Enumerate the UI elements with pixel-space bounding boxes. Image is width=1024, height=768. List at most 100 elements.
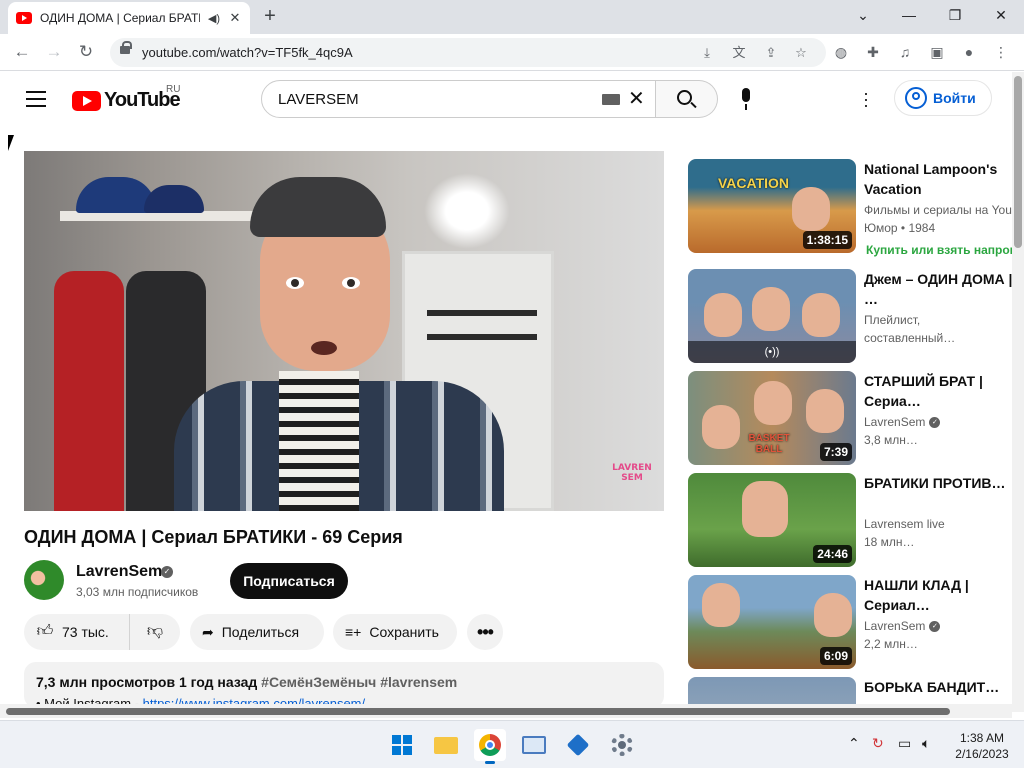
video-player[interactable]: LAVREN SEM — [24, 151, 664, 511]
recommendation-thumbnail[interactable]: VACATION 1:38:15 — [688, 159, 856, 253]
search-button[interactable] — [656, 80, 718, 118]
video-frame-mouth — [311, 341, 337, 355]
verified-check-icon: ✓ — [929, 417, 941, 429]
vertical-scrollbar[interactable] — [1012, 72, 1024, 712]
recommendation-thumbnail[interactable]: 24:46 — [688, 473, 856, 567]
recommendation-thumbnail[interactable]: BASKET BALL 7:39 — [688, 371, 856, 465]
media-control-icon[interactable]: ♫ — [894, 41, 916, 63]
forward-button[interactable]: → — [42, 40, 66, 64]
horizontal-scroll-thumb[interactable] — [6, 708, 950, 715]
search-input[interactable]: LAVERSEM ✕ — [261, 80, 656, 118]
share-button[interactable]: ➦ Поделиться — [190, 614, 324, 650]
tab-search-chevron-icon[interactable]: ⌄ — [848, 4, 878, 26]
folder-icon — [434, 737, 458, 754]
back-button[interactable]: ← — [10, 40, 34, 64]
horizontal-scrollbar[interactable] — [0, 704, 1012, 718]
thumb-up-icon: 👍︎ — [36, 623, 54, 640]
description-box[interactable]: 7,3 млн просмотров 1 год назад #СемёнЗем… — [24, 662, 664, 708]
buy-or-rent-link[interactable]: Купить или взять напрокат — [866, 243, 1014, 257]
lock-icon[interactable] — [120, 41, 132, 54]
recommendation-title[interactable]: НАШЛИ КЛАД | Сериал… — [864, 575, 1014, 615]
tray-chevron-up-icon[interactable]: ⌃ — [848, 735, 860, 752]
share-page-icon[interactable]: ⇪ — [760, 42, 782, 64]
subscribe-button[interactable]: Подписаться — [230, 563, 348, 599]
recommendation-item[interactable]: BASKET BALL 7:39 СТАРШИЙ БРАТ | Сериа… L… — [688, 371, 1018, 465]
url-text[interactable]: youtube.com/watch?v=TF5fk_4qc9A — [142, 45, 353, 60]
chrome-taskbar-button[interactable] — [474, 729, 506, 764]
side-panel-icon[interactable]: ▣ — [926, 41, 948, 63]
recommendation-item[interactable]: БОРЬКА БАНДИТ… — [688, 677, 1018, 704]
minimize-button[interactable]: — — [894, 4, 924, 26]
browser-menu-icon[interactable]: ⋮ — [990, 41, 1012, 63]
channel-name[interactable]: LavrenSem — [76, 563, 162, 581]
display-icon[interactable]: ▭ — [898, 735, 911, 752]
recommendation-item[interactable]: 6:09 НАШЛИ КЛАД | Сериал… LavrenSem ✓ 2,2… — [688, 575, 1018, 669]
view-count-and-date: 7,3 млн просмотров 1 год назад — [36, 674, 258, 690]
restore-button[interactable]: ❐ — [940, 4, 970, 26]
address-bar[interactable]: youtube.com/watch?v=TF5fk_4qc9A ⤓ 文 ⇪ ☆ — [110, 38, 826, 67]
install-app-icon[interactable]: ⤓ — [696, 42, 718, 64]
channel-avatar[interactable] — [24, 560, 64, 600]
browser-toolbar: ← → ↻ youtube.com/watch?v=TF5fk_4qc9A ⤓ … — [0, 34, 1024, 71]
video-frame-lamp — [424, 173, 510, 249]
dislike-button[interactable]: 👎︎ — [130, 623, 180, 641]
youtube-logo[interactable]: YouTube — [72, 89, 181, 112]
sync-alert-icon[interactable]: ↻ — [872, 735, 884, 752]
playlist-add-icon: ≡+ — [345, 624, 362, 640]
browser-tab[interactable]: ОДИН ДОМА | Сериал БРАТИКИ - 69 Серия ◀)… — [8, 2, 250, 34]
close-window-button[interactable]: ✕ — [986, 4, 1016, 26]
bookmark-star-icon[interactable]: ☆ — [790, 42, 812, 64]
save-button[interactable]: ≡+ Сохранить — [333, 614, 457, 650]
translate-icon[interactable]: 文 — [728, 42, 750, 64]
recommendation-title[interactable]: Джем – ОДИН ДОМА | … — [864, 269, 1014, 309]
system-clock[interactable]: 1:38 AM 2/16/2023 — [950, 730, 1014, 762]
thumbnail-face — [702, 405, 740, 449]
more-actions-button[interactable]: ••• — [467, 614, 503, 650]
video-frame-person-undershirt — [279, 371, 359, 511]
thumbnail-face — [792, 187, 830, 231]
voice-search-mic-icon[interactable] — [740, 88, 752, 112]
recommendation-title[interactable]: БОРЬКА БАНДИТ… — [864, 677, 1014, 697]
gear-icon — [611, 734, 633, 756]
thumbnail-face — [752, 287, 790, 331]
video-duration: 6:09 — [819, 647, 852, 665]
youtube-favicon-icon — [16, 12, 32, 24]
audio-playing-icon[interactable]: ◀) — [208, 12, 220, 25]
clear-search-icon[interactable]: ✕ — [628, 88, 645, 110]
settings-more-icon[interactable]: · · · — [860, 84, 872, 114]
keyboard-icon[interactable] — [602, 94, 620, 105]
video-duration: 7:39 — [819, 443, 852, 461]
recommendation-channel: Плейлист, — [864, 313, 921, 327]
recommendation-title[interactable]: National Lampoon's Vacation — [864, 159, 1014, 199]
vertical-scroll-thumb[interactable] — [1014, 76, 1022, 248]
playlist-mix-icon: (•)) — [688, 341, 856, 363]
recommendation-item[interactable]: VACATION 1:38:15 National Lampoon's Vaca… — [688, 159, 1018, 257]
recommendation-item[interactable]: (•)) Джем – ОДИН ДОМА | … Плейлист, сост… — [688, 269, 1018, 363]
thumbnail-face — [702, 583, 740, 627]
globe-extension-icon[interactable]: ◍ — [830, 41, 852, 63]
monitor-app-button[interactable] — [518, 729, 550, 761]
thumbnail-face — [754, 381, 792, 425]
video-frame-person-cap — [250, 177, 386, 237]
reload-button[interactable]: ↻ — [74, 40, 98, 64]
volume-icon[interactable]: 🔈︎ — [922, 735, 930, 752]
recommendation-title[interactable]: СТАРШИЙ БРАТ | Сериа… — [864, 371, 1014, 411]
close-tab-icon[interactable]: ✕ — [228, 10, 242, 26]
sign-in-button[interactable]: Войти — [894, 80, 992, 116]
recommendation-thumbnail[interactable] — [688, 677, 856, 704]
like-button[interactable]: 👍︎ 73 тыс. — [24, 614, 130, 650]
file-explorer-button[interactable] — [430, 729, 462, 761]
network-app-button[interactable] — [562, 729, 594, 761]
search-query-text[interactable]: LAVERSEM — [278, 91, 359, 108]
recommendation-item[interactable]: 24:46 БРАТИКИ ПРОТИВ… Lavrensem live 18 … — [688, 473, 1018, 567]
profile-avatar-icon[interactable]: ● — [958, 41, 980, 63]
hamburger-menu-icon[interactable] — [26, 91, 46, 107]
extensions-puzzle-icon[interactable]: ✚ — [862, 41, 884, 63]
hashtags[interactable]: #СемёнЗемёныч #lavrensem — [261, 674, 457, 690]
recommendation-title[interactable]: БРАТИКИ ПРОТИВ… — [864, 473, 1014, 493]
settings-taskbar-button[interactable] — [606, 729, 638, 761]
start-button[interactable] — [386, 729, 418, 761]
recommendation-thumbnail[interactable]: (•)) — [688, 269, 856, 363]
new-tab-button[interactable]: + — [258, 5, 282, 29]
recommendation-thumbnail[interactable]: 6:09 — [688, 575, 856, 669]
